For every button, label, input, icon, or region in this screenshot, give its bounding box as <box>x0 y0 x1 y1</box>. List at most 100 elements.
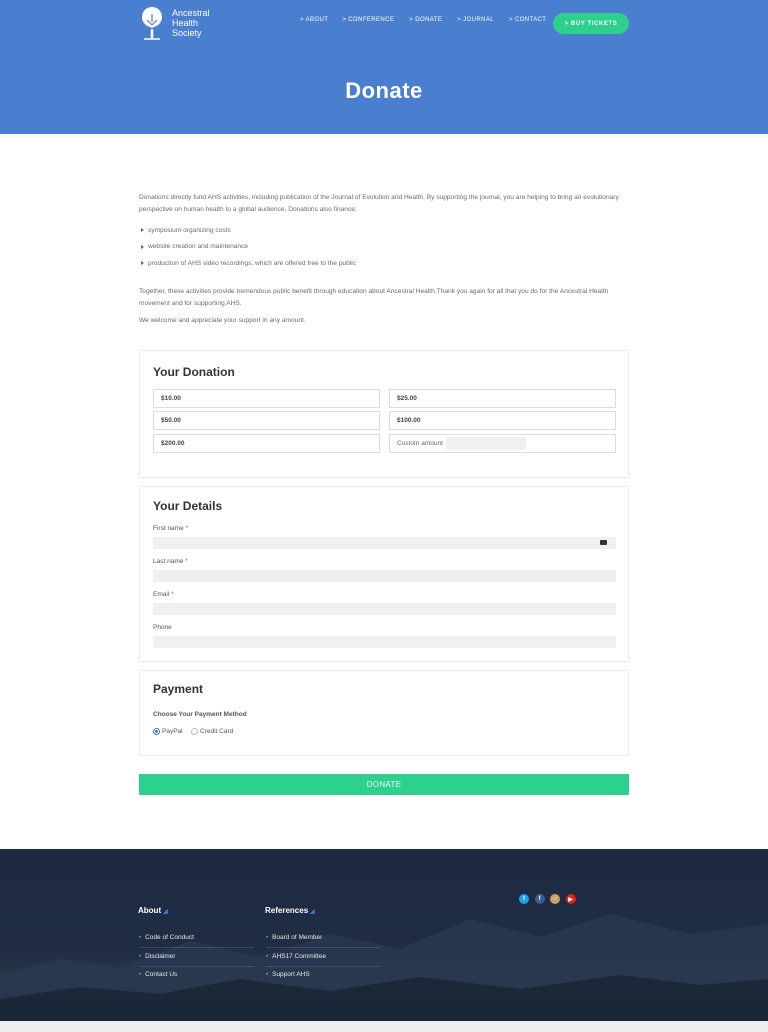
details-title: Your Details <box>153 499 223 513</box>
details-panel: Your Details First name * Last name * Em… <box>139 486 629 662</box>
bullet-icon: • <box>139 953 142 960</box>
logo-line: Society <box>172 28 202 38</box>
bullet-icon: • <box>266 953 269 960</box>
footer-divider <box>139 947 254 948</box>
logo-line: Ancestral <box>172 8 210 18</box>
donation-panel: Your Donation $10.00 $25.00 $50.00 $100.… <box>139 350 629 478</box>
footer-link-ahs17-committee[interactable]: • AHS17 Committee <box>266 953 326 960</box>
footer-link-code-of-conduct[interactable]: • Code of Conduct <box>139 934 194 941</box>
footer-link-text: Support AHS <box>272 971 310 978</box>
nav-donate[interactable]: > DONATE <box>409 17 442 23</box>
list-item-text: symposium organizing costs <box>148 226 231 234</box>
amount-option-100[interactable]: $100.00 <box>389 411 616 430</box>
phone-label: Phone <box>153 624 172 631</box>
footer-link-support-ahs[interactable]: • Support AHS <box>266 971 310 978</box>
payment-method-label: Choose Your Payment Method <box>153 711 247 718</box>
bullet-arrow-icon <box>141 228 144 233</box>
finance-list: symposium organizing costs website creat… <box>141 222 356 272</box>
radio-unselected-icon <box>191 728 198 735</box>
required-mark: * <box>185 525 189 532</box>
donate-button[interactable]: DONATE <box>139 774 629 795</box>
custom-amount-input[interactable] <box>445 437 526 450</box>
phone-field[interactable] <box>153 636 616 648</box>
radio-selected-icon <box>153 728 160 735</box>
payment-panel: Payment Choose Your Payment Method PayPa… <box>139 670 629 756</box>
welcome-paragraph: We welcome and appreciate your support i… <box>139 317 306 324</box>
list-item-text: production of AHS video recordings, whic… <box>148 259 357 267</box>
bullet-icon: • <box>139 971 142 978</box>
list-item: production of AHS video recordings, whic… <box>141 255 356 272</box>
bullet-icon: • <box>266 971 269 978</box>
nav-about[interactable]: > ABOUT <box>300 17 328 23</box>
footer-references-title-text: References <box>265 906 309 915</box>
payment-title: Payment <box>153 682 204 696</box>
custom-amount-label: Custom amount <box>397 440 443 447</box>
donation-title: Your Donation <box>153 365 235 379</box>
list-item-text: website creation and maintenance <box>148 243 249 251</box>
footer-link-board-of-member[interactable]: • Board of Member <box>266 934 322 941</box>
amount-option-50[interactable]: $50.00 <box>153 411 380 430</box>
footer-about-title-text: About <box>138 906 162 915</box>
required-mark: * <box>171 591 174 598</box>
buy-tickets-button[interactable]: > BUY TICKETS <box>553 13 629 34</box>
list-item: symposium organizing costs <box>141 222 356 239</box>
footer-link-disclaimer[interactable]: • Disclaimer <box>139 953 175 960</box>
footer-link-contact-us[interactable]: • Contact Us <box>139 971 177 978</box>
footer-divider <box>139 966 254 967</box>
footer-link-text: Code of Conduct <box>145 934 194 941</box>
contact-card-icon <box>600 540 607 545</box>
footer-divider <box>266 966 381 967</box>
logo[interactable]: Ancestral Health Society <box>138 6 210 40</box>
main-nav: > ABOUT > CONFERENCE > DONATE > JOURNAL … <box>300 17 561 23</box>
footer-link-text: Disclaimer <box>145 953 176 960</box>
footer-about-title: About ◢ <box>138 906 168 915</box>
credit-card-label: Credit Card <box>200 728 234 735</box>
bottom-bar <box>0 1021 768 1032</box>
title-accent-icon: ◢ <box>310 909 315 915</box>
social-links: t f ○ ▶ <box>519 894 581 904</box>
footer-divider <box>266 947 381 948</box>
amount-option-25[interactable]: $25.00 <box>389 389 616 408</box>
title-accent-icon: ◢ <box>163 909 168 915</box>
amount-option-10[interactable]: $10.00 <box>153 389 380 408</box>
last-name-label-text: Last name <box>153 558 184 565</box>
email-label-text: Email <box>153 591 170 598</box>
instagram-icon[interactable]: ○ <box>550 894 560 904</box>
paypal-label: PayPal <box>162 728 183 735</box>
footer-link-text: AHS17 Committee <box>272 953 326 960</box>
list-item: website creation and maintenance <box>141 239 356 256</box>
last-name-field[interactable] <box>153 570 616 582</box>
youtube-icon[interactable]: ▶ <box>565 894 576 904</box>
paypal-radio[interactable]: PayPal <box>153 728 183 735</box>
credit-card-radio[interactable]: Credit Card <box>191 728 233 735</box>
footer-link-text: Contact Us <box>145 971 178 978</box>
bullet-icon: • <box>266 934 269 941</box>
footer-references-title: References ◢ <box>265 906 315 915</box>
logo-line: Health <box>172 18 199 28</box>
footer: About ◢ References ◢ • Code of Conduct • Dis… <box>0 849 768 1021</box>
email-label: Email * <box>153 591 174 598</box>
first-name-label-text: First name <box>153 525 184 532</box>
nav-contact[interactable]: > CONTACT <box>509 17 546 23</box>
bullet-arrow-icon <box>141 244 144 249</box>
twitter-icon[interactable]: t <box>519 894 529 904</box>
last-name-label: Last name * <box>153 558 188 565</box>
bullet-arrow-icon <box>141 261 144 266</box>
page-title: Donate <box>345 78 423 103</box>
amount-option-200[interactable]: $200.00 <box>153 434 380 453</box>
required-mark: * <box>185 558 188 565</box>
intro-paragraph: Donations directly fund AHS activities, … <box>139 194 619 213</box>
footer-link-text: Board of Member <box>272 934 323 941</box>
first-name-field[interactable] <box>153 537 616 549</box>
together-paragraph: Together, these activities provide treme… <box>139 288 609 307</box>
logo-text: Ancestral Health Society <box>172 8 210 38</box>
tree-logo-icon <box>142 7 162 40</box>
facebook-icon[interactable]: f <box>534 894 545 904</box>
email-field[interactable] <box>153 603 616 615</box>
nav-conference[interactable]: > CONFERENCE <box>342 17 394 23</box>
first-name-label: First name * <box>153 525 188 532</box>
nav-journal[interactable]: > JOURNAL <box>457 17 494 23</box>
custom-amount-option[interactable]: Custom amount <box>389 434 616 453</box>
bullet-icon: • <box>139 934 142 941</box>
mountain-background <box>0 914 768 1021</box>
